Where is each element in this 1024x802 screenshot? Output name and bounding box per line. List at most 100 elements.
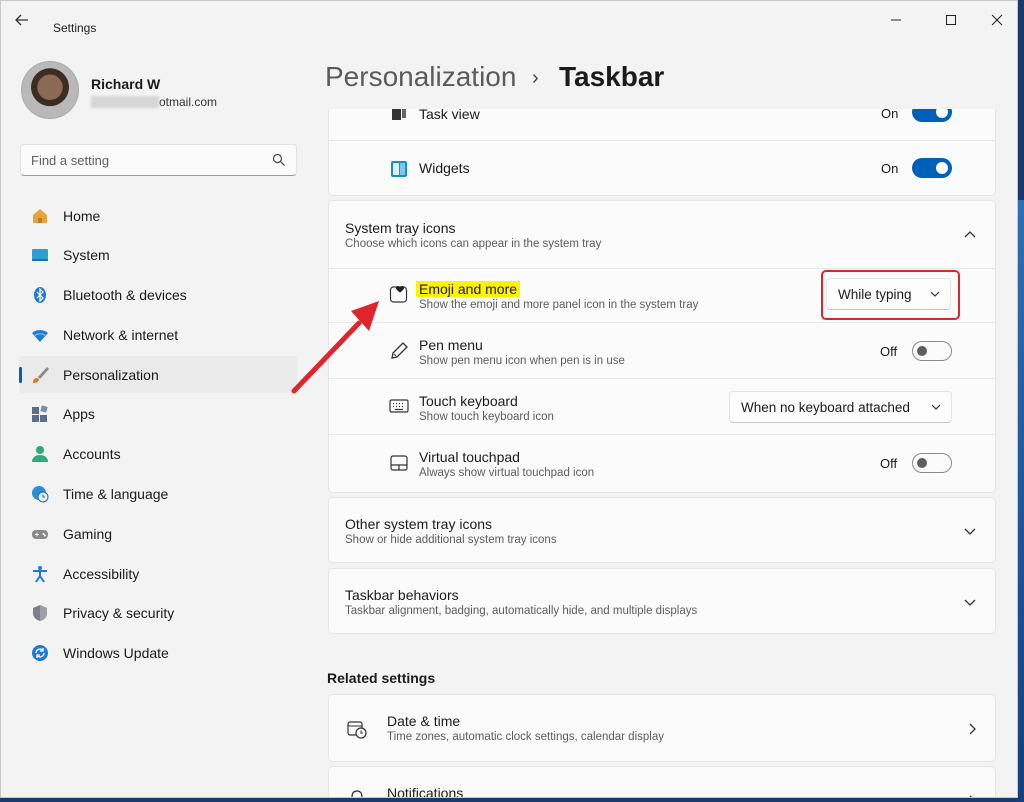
sidebar-item-apps[interactable]: Apps <box>19 396 297 433</box>
emoji-subtitle: Show the emoji and more panel icon in th… <box>419 299 699 311</box>
sidebar-item-label: System <box>63 247 110 264</box>
sidebar-item-network[interactable]: Network & internet <box>19 316 297 353</box>
annotation-highlight-box <box>821 270 960 320</box>
accessibility-icon <box>33 565 47 583</box>
maximize-button[interactable] <box>936 9 966 31</box>
task-view-label: Task view <box>419 109 480 122</box>
emoji-title: Emoji and more <box>416 281 521 297</box>
system-tray-subtitle: Choose which icons can appear in the sys… <box>345 238 602 250</box>
virtual-touchpad-toggle[interactable] <box>912 453 952 473</box>
shield-icon <box>33 605 47 622</box>
widgets-toggle[interactable] <box>912 158 952 178</box>
keyboard-icon <box>389 399 409 413</box>
sidebar-item-home[interactable]: Home <box>19 197 297 234</box>
chevron-right-icon <box>969 723 976 735</box>
minimize-icon <box>891 19 901 21</box>
globe-clock-icon <box>32 486 49 503</box>
apps-icon <box>32 405 48 423</box>
search-input[interactable] <box>21 145 251 175</box>
date-time-subtitle: Time zones, automatic clock settings, ca… <box>387 731 664 743</box>
settings-window: Settings Richard W otmail.com Home Syste… <box>0 0 1018 798</box>
sidebar-item-label: Windows Update <box>63 645 169 662</box>
task-view-state: On <box>881 109 899 121</box>
chevron-up-icon <box>964 231 976 238</box>
update-icon <box>32 645 48 662</box>
sidebar-item-system[interactable]: System <box>19 237 297 274</box>
minimize-button[interactable] <box>881 9 911 31</box>
back-button[interactable] <box>15 13 37 31</box>
divider <box>329 268 995 269</box>
toggle-knob <box>917 346 927 356</box>
virtual-touchpad-subtitle: Always show virtual touchpad icon <box>419 467 595 479</box>
task-view-toggle[interactable] <box>912 109 952 122</box>
sidebar-item-label: Personalization <box>63 366 159 383</box>
sidebar-item-personalization[interactable]: Personalization <box>19 356 297 394</box>
chevron-down-icon <box>964 599 976 606</box>
touch-keyboard-dropdown[interactable]: When no keyboard attached <box>729 391 952 423</box>
annotation-arrow-icon <box>291 301 379 394</box>
search-icon[interactable] <box>272 153 286 167</box>
toggle-knob <box>917 458 927 468</box>
other-tray-icons-card[interactable]: Other system tray icons Show or hide add… <box>328 497 996 563</box>
sidebar-item-accounts[interactable]: Accounts <box>19 436 297 473</box>
toggle-knob <box>936 162 948 174</box>
sidebar-item-gaming[interactable]: Gaming <box>19 515 297 552</box>
divider <box>329 322 995 323</box>
toggle-knob <box>936 109 948 118</box>
touch-keyboard-dropdown-value: When no keyboard attached <box>741 400 910 415</box>
date-time-title: Date & time <box>387 713 461 729</box>
date-time-link[interactable]: Date & time Time zones, automatic clock … <box>328 694 996 762</box>
calendar-clock-icon <box>347 721 367 739</box>
taskbar-behaviors-card[interactable]: Taskbar behaviors Taskbar alignment, bad… <box>328 568 996 634</box>
brush-icon <box>33 366 49 383</box>
pen-menu-state: Off <box>880 344 898 359</box>
virtual-touchpad-title: Virtual touchpad <box>419 449 520 465</box>
sidebar-item-label: Gaming <box>63 525 113 542</box>
chevron-right-icon <box>969 795 972 797</box>
widgets-icon <box>391 161 407 177</box>
avatar[interactable] <box>21 61 79 119</box>
touchpad-icon <box>390 455 408 471</box>
system-tray-icons-card: System tray icons Choose which icons can… <box>328 200 996 493</box>
taskbar-items-card: Task view On Widgets On <box>328 109 996 196</box>
sidebar-item-windows-update[interactable]: Windows Update <box>19 635 297 672</box>
system-tray-title: System tray icons <box>345 220 456 236</box>
emoji-title-highlight: Emoji and more <box>416 281 521 297</box>
settings-content: Task view On Widgets On System tray icon… <box>327 109 997 797</box>
chevron-down-icon <box>931 404 941 410</box>
bell-icon <box>351 790 363 797</box>
sidebar-item-time-language[interactable]: Time & language <box>19 476 297 513</box>
page-title: Taskbar <box>559 61 665 92</box>
touch-keyboard-subtitle: Show touch keyboard icon <box>419 411 554 423</box>
sidebar-item-privacy[interactable]: Privacy & security <box>19 595 297 632</box>
breadcrumb-parent[interactable]: Personalization <box>325 61 516 93</box>
taskbar-behaviors-title: Taskbar behaviors <box>345 587 459 603</box>
notifications-link[interactable]: Notifications <box>328 766 996 797</box>
sidebar-item-bluetooth[interactable]: Bluetooth & devices <box>19 277 297 314</box>
sidebar-nav: Home System Bluetooth & devices Network … <box>19 197 297 675</box>
user-email: otmail.com <box>91 95 217 109</box>
widgets-state: On <box>881 161 899 176</box>
close-icon <box>991 14 1003 26</box>
email-domain: otmail.com <box>159 95 218 109</box>
pen-menu-toggle[interactable] <box>912 341 952 361</box>
sidebar-item-label: Privacy & security <box>63 605 175 622</box>
gamepad-icon <box>32 529 48 539</box>
app-title: Settings <box>53 21 97 35</box>
emoji-heart-icon <box>389 286 408 303</box>
virtual-touchpad-state: Off <box>880 456 898 471</box>
sidebar-item-label: Time & language <box>63 486 169 503</box>
search-box <box>20 144 297 176</box>
user-name: Richard W <box>91 76 161 92</box>
breadcrumb-separator: › <box>532 67 539 89</box>
pen-menu-subtitle: Show pen menu icon when pen is in use <box>419 355 625 367</box>
chevron-down-icon <box>964 528 976 535</box>
back-arrow-icon <box>15 14 28 26</box>
system-tray-header[interactable]: System tray icons Choose which icons can… <box>329 201 995 268</box>
sidebar-item-accessibility[interactable]: Accessibility <box>19 555 297 592</box>
related-settings-heading: Related settings <box>327 670 436 686</box>
title-bar: Settings <box>1 1 1017 41</box>
close-button[interactable] <box>982 9 1012 31</box>
pen-menu-title: Pen menu <box>419 337 483 353</box>
sidebar-item-label: Apps <box>63 406 95 423</box>
